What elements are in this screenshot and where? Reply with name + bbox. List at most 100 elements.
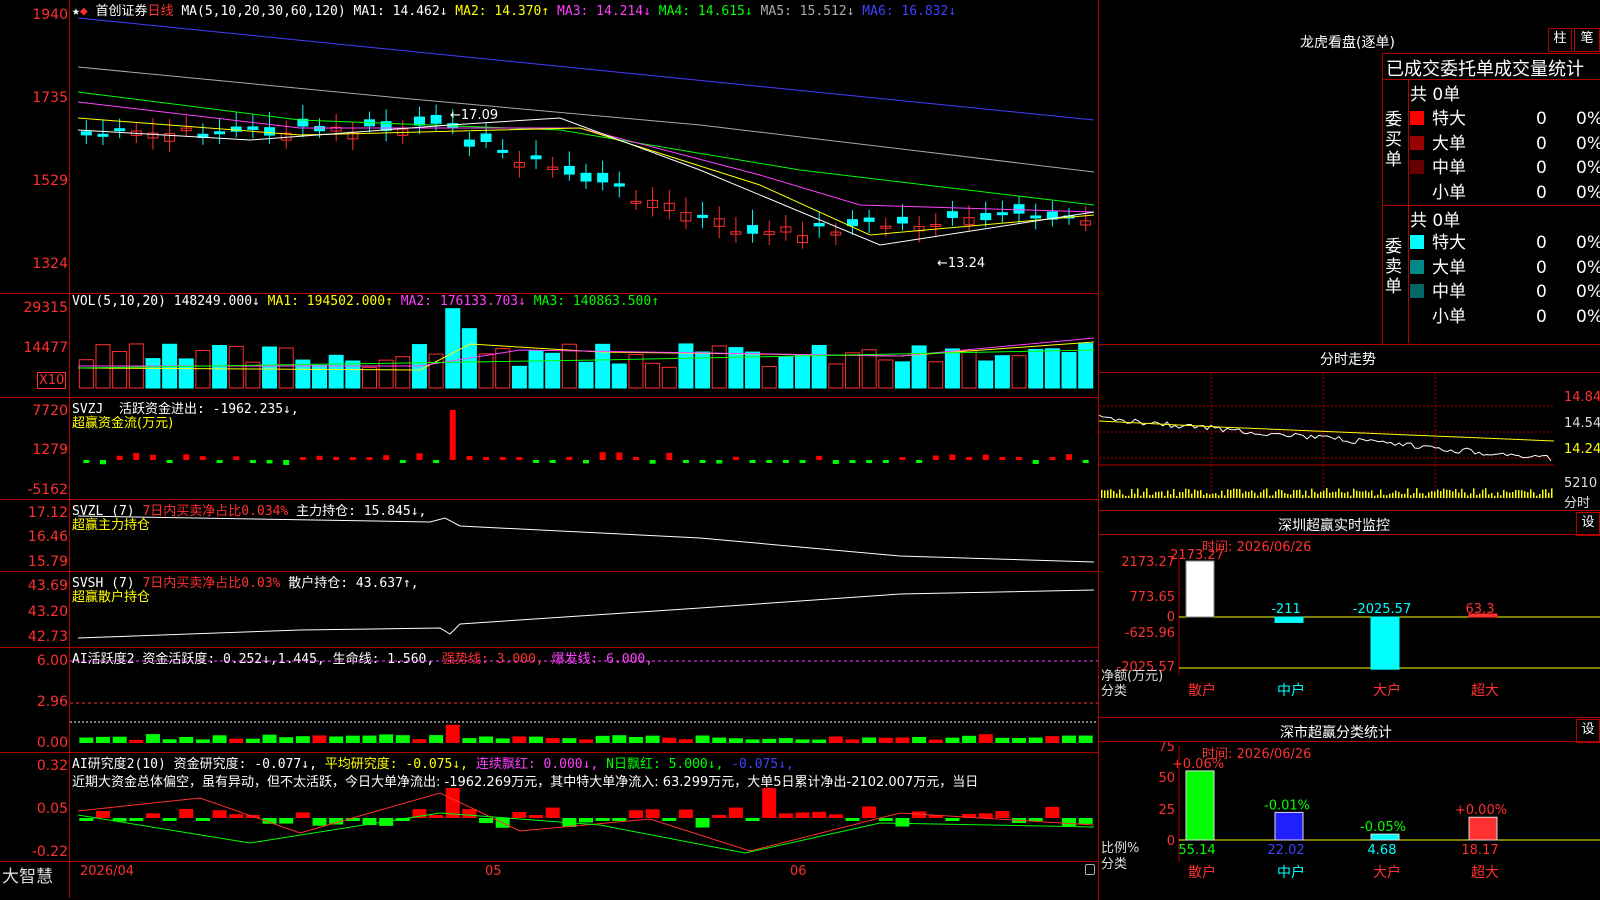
intraday-vol bbox=[1134, 493, 1136, 498]
net-amount-chart[interactable]: 2173.27 773.65 0-625.96 -2025.57 2173.27 散户 -2… bbox=[1099, 535, 1600, 717]
intraday-vol bbox=[1296, 490, 1298, 498]
ma6-line bbox=[77, 17, 1095, 121]
research-bar bbox=[145, 813, 160, 818]
intraday-vol bbox=[1491, 493, 1493, 498]
research-bar bbox=[728, 807, 743, 818]
intraday-vol bbox=[1278, 489, 1280, 498]
x-axis-label: 分类 bbox=[1101, 684, 1127, 699]
ai-activity-panel[interactable]: 6.00 2.96 0.00 AI活跃度2 资金活跃度: 0.252↓,1.44… bbox=[0, 648, 1098, 753]
volume-panel[interactable]: 29315 14477 X10 VOL(5,10,20) 148249.000↓… bbox=[0, 294, 1098, 398]
lock-icon[interactable] bbox=[1085, 864, 1095, 875]
flow-bar bbox=[416, 453, 423, 460]
flow-bar bbox=[266, 460, 273, 464]
intraday-vol bbox=[1479, 493, 1481, 498]
volume-bar bbox=[928, 361, 944, 389]
svsh-panel[interactable]: 43.69 43.20 42.73 SVSH (7) 7日内买卖净占比0.03%… bbox=[0, 572, 1098, 648]
intraday-vol bbox=[1329, 492, 1331, 498]
fund-flow-bars[interactable] bbox=[0, 398, 1098, 499]
ratio-chart[interactable]: 75 50 25 0 +0.06% 55.14 散户 -0.01% 22.02 中户 -0.05% 4… bbox=[1099, 742, 1600, 900]
activity-bar bbox=[978, 734, 993, 743]
bar-label: -2025.57 bbox=[1353, 602, 1411, 617]
classify-settings-button[interactable]: 设 bbox=[1576, 719, 1600, 743]
volume-bars[interactable] bbox=[0, 294, 1098, 397]
intraday-vol bbox=[1551, 488, 1553, 498]
row-name: 中单 bbox=[1432, 158, 1466, 178]
intraday-vol bbox=[1272, 495, 1274, 498]
research-bar bbox=[878, 818, 893, 821]
research-bar bbox=[95, 811, 110, 818]
flow-bar bbox=[799, 460, 806, 463]
svzj-panel[interactable]: 7720 1279 -5162 SVZJ 活跃资金进出: -1962.235↓,… bbox=[0, 398, 1098, 500]
intraday-vol bbox=[1437, 489, 1439, 498]
research-bar bbox=[79, 818, 94, 821]
intraday-vol bbox=[1299, 489, 1301, 498]
intraday-vol bbox=[1218, 495, 1220, 498]
research-bars[interactable] bbox=[0, 753, 1098, 861]
ratio-bar bbox=[1468, 816, 1498, 841]
high-label: ←17.09 bbox=[450, 108, 499, 123]
intraday-vol bbox=[1386, 495, 1388, 498]
flow-bar bbox=[1049, 457, 1056, 460]
y-tick: 14.84 bbox=[1564, 390, 1600, 405]
volume-bar bbox=[661, 366, 677, 389]
activity-bar bbox=[312, 735, 327, 743]
volume-bar bbox=[328, 354, 344, 389]
candle bbox=[497, 149, 509, 153]
main-position-line[interactable] bbox=[0, 500, 1098, 571]
intraday-chart[interactable] bbox=[1099, 373, 1600, 510]
svzl-panel[interactable]: 17.12 16.46 15.79 SVZL (7) 7日内买卖净占比0.034… bbox=[0, 500, 1098, 572]
activity-bar bbox=[562, 738, 577, 743]
tick-mode-button[interactable]: 笔 bbox=[1574, 28, 1600, 52]
row-name: 大单 bbox=[1432, 133, 1466, 154]
activity-bar bbox=[79, 737, 94, 743]
research-bar bbox=[529, 815, 544, 818]
flow-bar bbox=[466, 456, 473, 460]
activity-bar bbox=[329, 736, 344, 743]
activity-bar bbox=[279, 737, 294, 743]
activity-bar bbox=[495, 738, 510, 743]
activity-bar bbox=[145, 734, 160, 743]
volume-bar bbox=[195, 350, 211, 389]
volume-bar bbox=[795, 354, 811, 389]
flow-bar bbox=[533, 460, 540, 463]
order-row: 中单 0 0% bbox=[1410, 153, 1600, 178]
research-bar bbox=[1078, 818, 1093, 824]
intraday-vol bbox=[1404, 493, 1406, 498]
research-bar bbox=[628, 810, 643, 818]
candlestick-chart[interactable] bbox=[0, 0, 1098, 293]
order-row: 小单 0 0% bbox=[1410, 178, 1600, 203]
candle bbox=[980, 213, 992, 221]
volume-bar bbox=[228, 345, 244, 389]
intraday-vol bbox=[1347, 491, 1349, 498]
candle bbox=[697, 214, 709, 218]
volume-bar bbox=[978, 360, 994, 389]
intraday-vol bbox=[1416, 488, 1418, 498]
flow-bar bbox=[583, 460, 589, 464]
flow-bar bbox=[316, 455, 323, 460]
change-label: -0.05% bbox=[1360, 820, 1406, 835]
order-row: 中单 0 0% bbox=[1410, 277, 1600, 302]
intraday-vol bbox=[1485, 488, 1487, 498]
ai-research-panel[interactable]: 0.32 0.05 -0.22 AI研究度2(10) 资金研究度: -0.077… bbox=[0, 753, 1098, 862]
activity-bar bbox=[828, 736, 843, 743]
intraday-vol bbox=[1203, 494, 1205, 498]
color-swatch bbox=[1410, 111, 1424, 125]
activity-bar bbox=[1028, 737, 1043, 743]
volume-bar bbox=[911, 345, 927, 389]
intraday-vol bbox=[1539, 494, 1541, 498]
order-row: 小单 0 0% bbox=[1410, 302, 1600, 327]
candle bbox=[813, 223, 825, 227]
intraday-vol bbox=[1335, 491, 1337, 498]
y-tick: 14.24 bbox=[1564, 442, 1600, 457]
retail-position-line[interactable] bbox=[0, 572, 1098, 647]
change-label: -0.01% bbox=[1264, 798, 1310, 813]
monitor-settings-button[interactable]: 设 bbox=[1576, 512, 1600, 536]
intraday-vol bbox=[1236, 489, 1238, 498]
bar-mode-button[interactable]: 柱 bbox=[1548, 28, 1572, 52]
candle bbox=[430, 114, 442, 124]
research-bar bbox=[429, 815, 444, 818]
candle bbox=[413, 116, 425, 126]
activity-bars[interactable] bbox=[0, 648, 1098, 752]
intraday-vol bbox=[1359, 491, 1361, 498]
price-panel[interactable]: 1940 1735 1529 1324 ★◆ 首创证券日线 MA(5,10,20… bbox=[0, 0, 1098, 294]
